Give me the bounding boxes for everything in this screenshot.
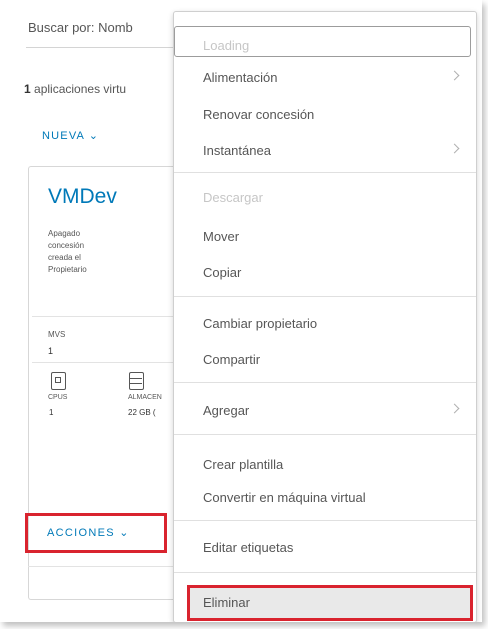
- menu-item-label: Eliminar: [203, 595, 250, 610]
- storage-icon: [129, 372, 144, 390]
- storage-label: ALMACEN: [128, 394, 162, 401]
- storage-value: 22 GB (: [128, 408, 156, 417]
- chevron-right-icon: [449, 403, 460, 414]
- menu-item-add[interactable]: Agregar: [174, 396, 476, 426]
- cpus-value: 1: [49, 408, 54, 417]
- menu-item-label: Agregar: [203, 403, 250, 418]
- chevron-right-icon: [449, 70, 460, 81]
- vms-value: 1: [48, 346, 54, 356]
- cpus-label: CPUS: [48, 394, 68, 401]
- menu-divider: [174, 172, 476, 173]
- vapp-count-number: 1: [24, 82, 31, 96]
- menu-item-label: Descargar: [203, 190, 263, 205]
- vms-label: MVS: [48, 330, 66, 339]
- menu-item-delete[interactable]: Eliminar: [174, 588, 476, 618]
- menu-item-edit-tags[interactable]: Editar etiquetas: [174, 533, 476, 563]
- search-label: Buscar por:: [28, 20, 95, 35]
- card-prop-owner: Propietario: [48, 265, 87, 274]
- menu-item-label: Renovar concesión: [203, 107, 315, 122]
- cpu-icon: [51, 372, 66, 390]
- menu-item-label: Editar etiquetas: [203, 540, 294, 555]
- chevron-right-icon: [449, 143, 460, 154]
- menu-item-label: Compartir: [203, 352, 261, 367]
- menu-item-convert-to-vm[interactable]: Convertir en máquina virtual: [174, 483, 476, 513]
- menu-item-label: Instantánea: [203, 143, 271, 158]
- menu-item-move[interactable]: Mover: [174, 222, 476, 252]
- menu-item-loading: Loading: [174, 31, 476, 61]
- app-window: Buscar por: Nomb 1 aplicaciones virtu NU…: [0, 0, 482, 622]
- search-field-value[interactable]: Nomb: [98, 20, 133, 35]
- menu-item-label: Mover: [203, 229, 240, 244]
- menu-item-label: Loading: [203, 38, 250, 53]
- menu-item-create-template[interactable]: Crear plantilla: [174, 450, 476, 480]
- menu-item-label: Cambiar propietario: [203, 316, 318, 331]
- menu-divider: [174, 434, 476, 435]
- menu-item-change-owner[interactable]: Cambiar propietario: [174, 309, 476, 339]
- card-footer: [28, 566, 178, 599]
- menu-divider: [174, 572, 476, 573]
- search-by: Buscar por: Nomb: [28, 20, 133, 35]
- new-button[interactable]: NUEVA ⌄: [42, 129, 99, 142]
- actions-context-menu: Loading Alimentación Renovar concesión I…: [173, 11, 477, 622]
- menu-item-download: Descargar: [174, 183, 476, 213]
- menu-item-label: Convertir en máquina virtual: [203, 490, 366, 505]
- menu-item-copy[interactable]: Copiar: [174, 258, 476, 288]
- menu-divider: [174, 520, 476, 521]
- card-prop-status: Apagado: [48, 229, 81, 238]
- vapp-card-title[interactable]: VMDev: [48, 185, 117, 209]
- menu-item-label: Crear plantilla: [203, 457, 284, 472]
- menu-divider: [174, 382, 476, 383]
- card-prop-lease: concesión: [48, 241, 85, 250]
- menu-divider: [174, 296, 476, 297]
- vapp-count-text: aplicaciones virtu: [34, 82, 127, 96]
- menu-item-renew-lease[interactable]: Renovar concesión: [174, 100, 476, 130]
- menu-item-power[interactable]: Alimentación: [174, 63, 476, 93]
- actions-button[interactable]: ACCIONES ⌄: [47, 526, 130, 539]
- menu-item-snapshot[interactable]: Instantánea: [174, 136, 476, 166]
- vapp-count: 1 aplicaciones virtu: [24, 82, 126, 96]
- menu-item-share[interactable]: Compartir: [174, 345, 476, 375]
- vapp-card-properties: Apagado concesión creada el Propietario: [48, 228, 87, 276]
- menu-item-label: Copiar: [203, 265, 242, 280]
- card-prop-created: creada el: [48, 253, 81, 262]
- menu-item-label: Alimentación: [203, 70, 278, 85]
